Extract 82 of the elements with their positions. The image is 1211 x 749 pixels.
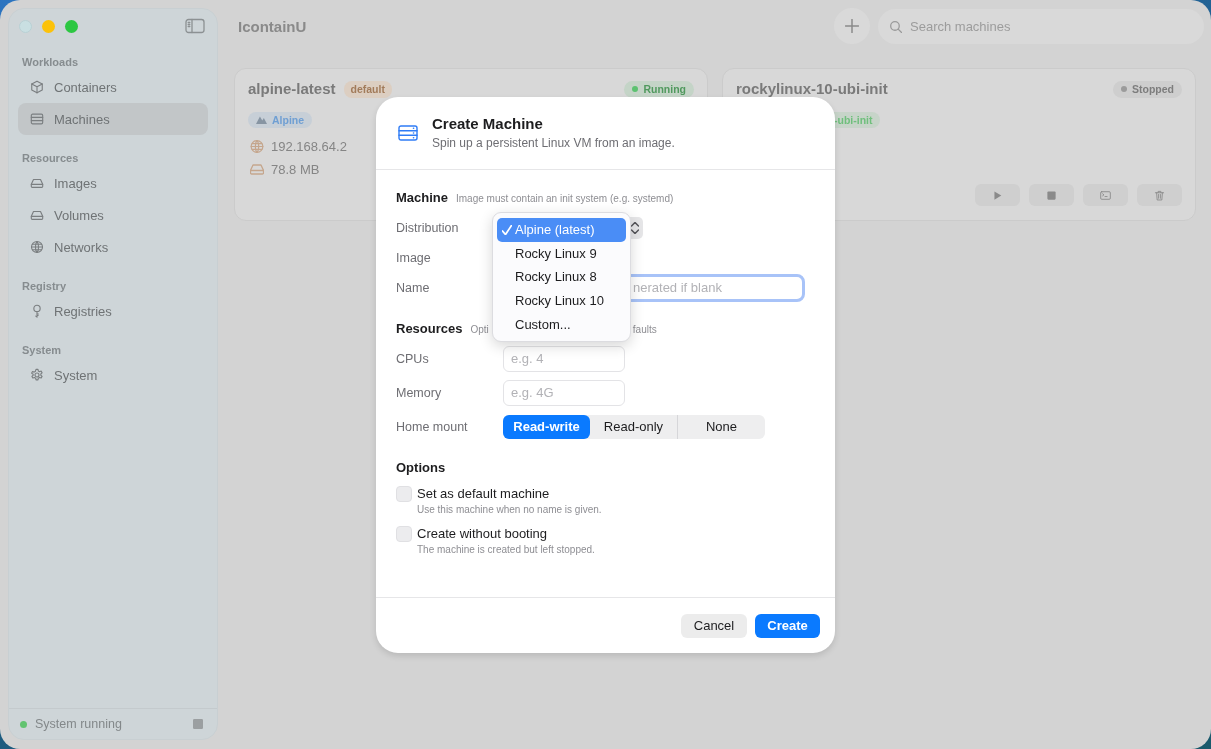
mountain-icon	[256, 116, 267, 124]
stop-icon	[1046, 189, 1057, 201]
start-button[interactable]	[975, 184, 1020, 206]
key-icon	[30, 304, 44, 318]
default-badge: default	[343, 80, 392, 98]
terminal-icon	[1100, 189, 1111, 201]
field-label: CPUs	[396, 352, 429, 366]
trash-icon	[1154, 189, 1165, 201]
section-heading: Options	[396, 460, 446, 476]
checkbox-description: Use this machine when no name is given.	[417, 503, 602, 516]
detail-text: 78.8 MB	[271, 161, 320, 177]
check-icon	[502, 224, 512, 235]
drive-icon	[30, 176, 44, 190]
sidebar-toggle-icon[interactable]	[185, 18, 205, 34]
stop-icon[interactable]	[193, 719, 203, 729]
delete-button[interactable]	[1137, 184, 1182, 206]
field-label: Name	[396, 281, 430, 295]
status-label: Stopped	[1132, 83, 1174, 95]
section-heading: Resources	[396, 321, 463, 337]
section-heading: Machine	[396, 190, 448, 206]
chevron-up-down-icon	[631, 221, 639, 234]
server-icon	[398, 125, 418, 141]
cancel-button[interactable]: Cancel	[681, 613, 747, 638]
add-button[interactable]	[834, 8, 870, 44]
field-label: Distribution	[396, 221, 459, 235]
checkbox-label: Create without booting	[417, 525, 548, 543]
section-hint: Opti	[470, 324, 489, 336]
field-label: Memory	[396, 386, 442, 400]
menu-item[interactable]: Rocky Linux 9	[497, 241, 626, 266]
section-heading: Registry	[22, 279, 67, 293]
segment-button[interactable]: None	[677, 414, 765, 439]
app-title: IcontainU	[238, 17, 307, 35]
sidebar-item[interactable]: Images	[18, 167, 208, 199]
globe-icon	[30, 240, 44, 254]
sidebar-item[interactable]: System	[18, 359, 208, 391]
field-label: Image	[396, 251, 431, 265]
drive-icon	[250, 162, 264, 176]
dialog-subtitle: Spin up a persistent Linux VM from an image.	[432, 136, 675, 151]
machine-name: rockylinux-10-ubi-init	[736, 81, 888, 97]
sidebar-item[interactable]: Machines	[18, 103, 208, 135]
detail-text: 192.168.64.2	[271, 138, 347, 154]
plus-icon	[845, 19, 859, 33]
menu-item[interactable]: Custom...	[497, 312, 626, 336]
cube-icon	[30, 80, 44, 94]
sidebar-item[interactable]: Networks	[18, 231, 208, 263]
input-field[interactable]: e.g. 4G	[503, 379, 625, 406]
status-label: Running	[643, 83, 686, 95]
zoom-button[interactable]	[65, 19, 78, 33]
terminal-button[interactable]	[1083, 184, 1128, 206]
checkbox-description: The machine is created but left stopped.	[417, 543, 595, 556]
input-field[interactable]: e.g. 4	[503, 345, 625, 372]
drive-icon	[30, 208, 44, 222]
play-icon	[992, 189, 1003, 201]
create-button[interactable]: Create	[755, 613, 820, 638]
section-heading: System	[22, 343, 62, 357]
status-text: System running	[35, 717, 122, 731]
settings-icon	[30, 368, 44, 382]
search-icon	[890, 20, 902, 33]
sidebar-item[interactable]: Volumes	[18, 199, 208, 231]
segment-button[interactable]: Read-only	[590, 414, 677, 439]
section-hint: Image must contain an init system (e.g. systemd)	[456, 193, 674, 205]
search-field[interactable]: Search machines	[878, 8, 1204, 44]
checkbox-label: Set as default machine	[417, 485, 550, 503]
globe-icon	[250, 139, 264, 153]
section-heading: Resources	[22, 151, 79, 165]
section-hint: faults	[632, 324, 657, 336]
menu-item[interactable]: Alpine (latest)	[497, 218, 626, 242]
section-heading: Workloads	[22, 55, 79, 69]
server-icon	[30, 112, 44, 126]
sidebar-item[interactable]: Registries	[18, 295, 208, 327]
tag-label: -ubi-init	[834, 113, 873, 127]
tag-label: Alpine	[272, 113, 305, 127]
checkbox[interactable]	[396, 526, 412, 542]
field-label: Home mount	[396, 420, 468, 434]
segmented-control[interactable]: Read-write Read-only None	[503, 414, 765, 439]
sidebar-item[interactable]: Containers	[18, 71, 208, 103]
minimize-button[interactable]	[42, 19, 55, 33]
checkbox[interactable]	[396, 486, 412, 502]
machine-name: alpine-latest	[248, 81, 336, 97]
dialog-title: Create Machine	[432, 115, 543, 133]
stop-button[interactable]	[1029, 184, 1074, 206]
segment-button[interactable]: Read-write	[503, 414, 590, 439]
